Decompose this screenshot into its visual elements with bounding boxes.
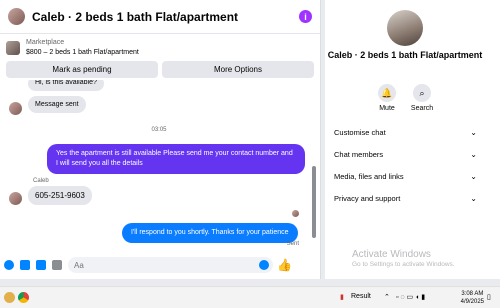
chrome-icon[interactable] xyxy=(18,292,29,303)
message-bubble-outgoing: Yes the apartment is still available Ple… xyxy=(47,144,305,174)
gif-icon[interactable] xyxy=(52,260,62,270)
message-timestamp: 03:05 xyxy=(151,127,167,133)
privacy-support-label: Privacy and support xyxy=(334,194,401,203)
more-options-button[interactable]: More Options xyxy=(162,61,314,78)
contact-avatar[interactable] xyxy=(8,8,25,25)
chevron-down-icon: ⌄ xyxy=(470,194,477,203)
marketplace-listing[interactable]: Marketplace $800 – 2 beds 1 bath Flat/ap… xyxy=(0,36,320,60)
mark-as-pending-button[interactable]: Mark as pending xyxy=(6,61,158,78)
chevron-down-icon: ⌄ xyxy=(470,150,477,159)
media-files-links-label: Media, files and links xyxy=(334,172,404,181)
chevron-up-icon[interactable]: ⌃ xyxy=(384,293,390,301)
result-label[interactable]: Result xyxy=(351,293,371,300)
watermark-subtitle: Go to Settings to activate Windows. xyxy=(352,261,455,268)
chat-header: Caleb · 2 beds 1 bath Flat/apartment i xyxy=(0,0,320,34)
info-icon[interactable]: i xyxy=(299,10,312,23)
contact-avatar-large[interactable] xyxy=(387,10,423,46)
message-bubble-outgoing: I'll respond to you shortly. Thanks for … xyxy=(122,223,298,243)
composer: 👍 xyxy=(0,253,320,277)
notification-icon[interactable]: ▯ xyxy=(487,293,491,301)
scrollbar[interactable] xyxy=(312,84,316,244)
thumbs-up-icon[interactable]: 👍 xyxy=(277,258,292,272)
chevron-down-icon: ⌄ xyxy=(470,128,477,137)
seen-avatar xyxy=(292,210,299,217)
conversation-info-panel: Caleb · 2 beds 1 bath Flat/apartment 🔔 M… xyxy=(325,0,500,279)
info-contact-name: Caleb · 2 beds 1 bath Flat/apartment xyxy=(327,50,483,60)
listing-thumbnail xyxy=(6,41,20,55)
image-icon[interactable] xyxy=(20,260,30,270)
clock-time: 3:08 AM xyxy=(461,291,484,297)
message-bubble-incoming: Message sent xyxy=(28,96,86,113)
sticker-icon[interactable] xyxy=(36,260,46,270)
emoji-icon[interactable] xyxy=(259,260,269,270)
app-icon[interactable] xyxy=(4,292,15,303)
sender-name: Caleb xyxy=(33,178,49,184)
message-bubble-incoming: 605-251-9603 xyxy=(28,186,92,205)
chat-title[interactable]: Caleb · 2 beds 1 bath Flat/apartment xyxy=(32,10,299,24)
contact-avatar-small xyxy=(9,102,22,115)
privacy-support-row[interactable]: Privacy and support ⌄ xyxy=(334,194,477,203)
contact-avatar-small xyxy=(9,192,22,205)
watermark-title: Activate Windows xyxy=(352,249,431,260)
taskbar: ▮ Result ⌃ ▫ ◌ ▭ ◖ ▮ 3:08 AM 4/9/2025 ▯ xyxy=(0,286,500,308)
activate-windows-watermark: Activate Windows Go to Settings to activ… xyxy=(352,249,455,268)
plus-icon[interactable] xyxy=(4,260,14,270)
message-status: Sent xyxy=(286,241,299,247)
message-list: Hi, is this available? Message sent 03:0… xyxy=(0,80,318,251)
chat-members-row[interactable]: Chat members ⌄ xyxy=(334,150,477,159)
scrollbar-thumb[interactable] xyxy=(312,166,316,238)
stock-icon: ▮ xyxy=(340,294,344,301)
search-label[interactable]: Search xyxy=(402,105,442,112)
tray-icons[interactable]: ▫ ◌ ▭ ◖ ▮ xyxy=(396,293,425,301)
message-bubble-incoming: Hi, is this available? xyxy=(28,80,104,91)
listing-title: $800 – 2 beds 1 bath Flat/apartment xyxy=(26,49,139,56)
listing-actions: Mark as pending More Options xyxy=(0,61,320,78)
customise-chat-row[interactable]: Customise chat ⌄ xyxy=(334,128,477,137)
chat-window: Caleb · 2 beds 1 bath Flat/apartment i M… xyxy=(0,0,321,279)
customise-chat-label: Customise chat xyxy=(334,128,386,137)
clock[interactable]: 3:08 AM 4/9/2025 xyxy=(461,290,484,306)
bell-icon[interactable]: 🔔 xyxy=(378,84,396,102)
search-icon[interactable]: ⌕ xyxy=(413,84,431,102)
clock-date: 4/9/2025 xyxy=(460,299,484,305)
chat-members-label: Chat members xyxy=(334,150,384,159)
message-input[interactable] xyxy=(68,257,273,273)
marketplace-label: Marketplace xyxy=(26,39,65,46)
media-files-links-row[interactable]: Media, files and links ⌄ xyxy=(334,172,477,181)
mute-label[interactable]: Mute xyxy=(367,105,407,112)
chevron-down-icon: ⌄ xyxy=(470,172,477,181)
